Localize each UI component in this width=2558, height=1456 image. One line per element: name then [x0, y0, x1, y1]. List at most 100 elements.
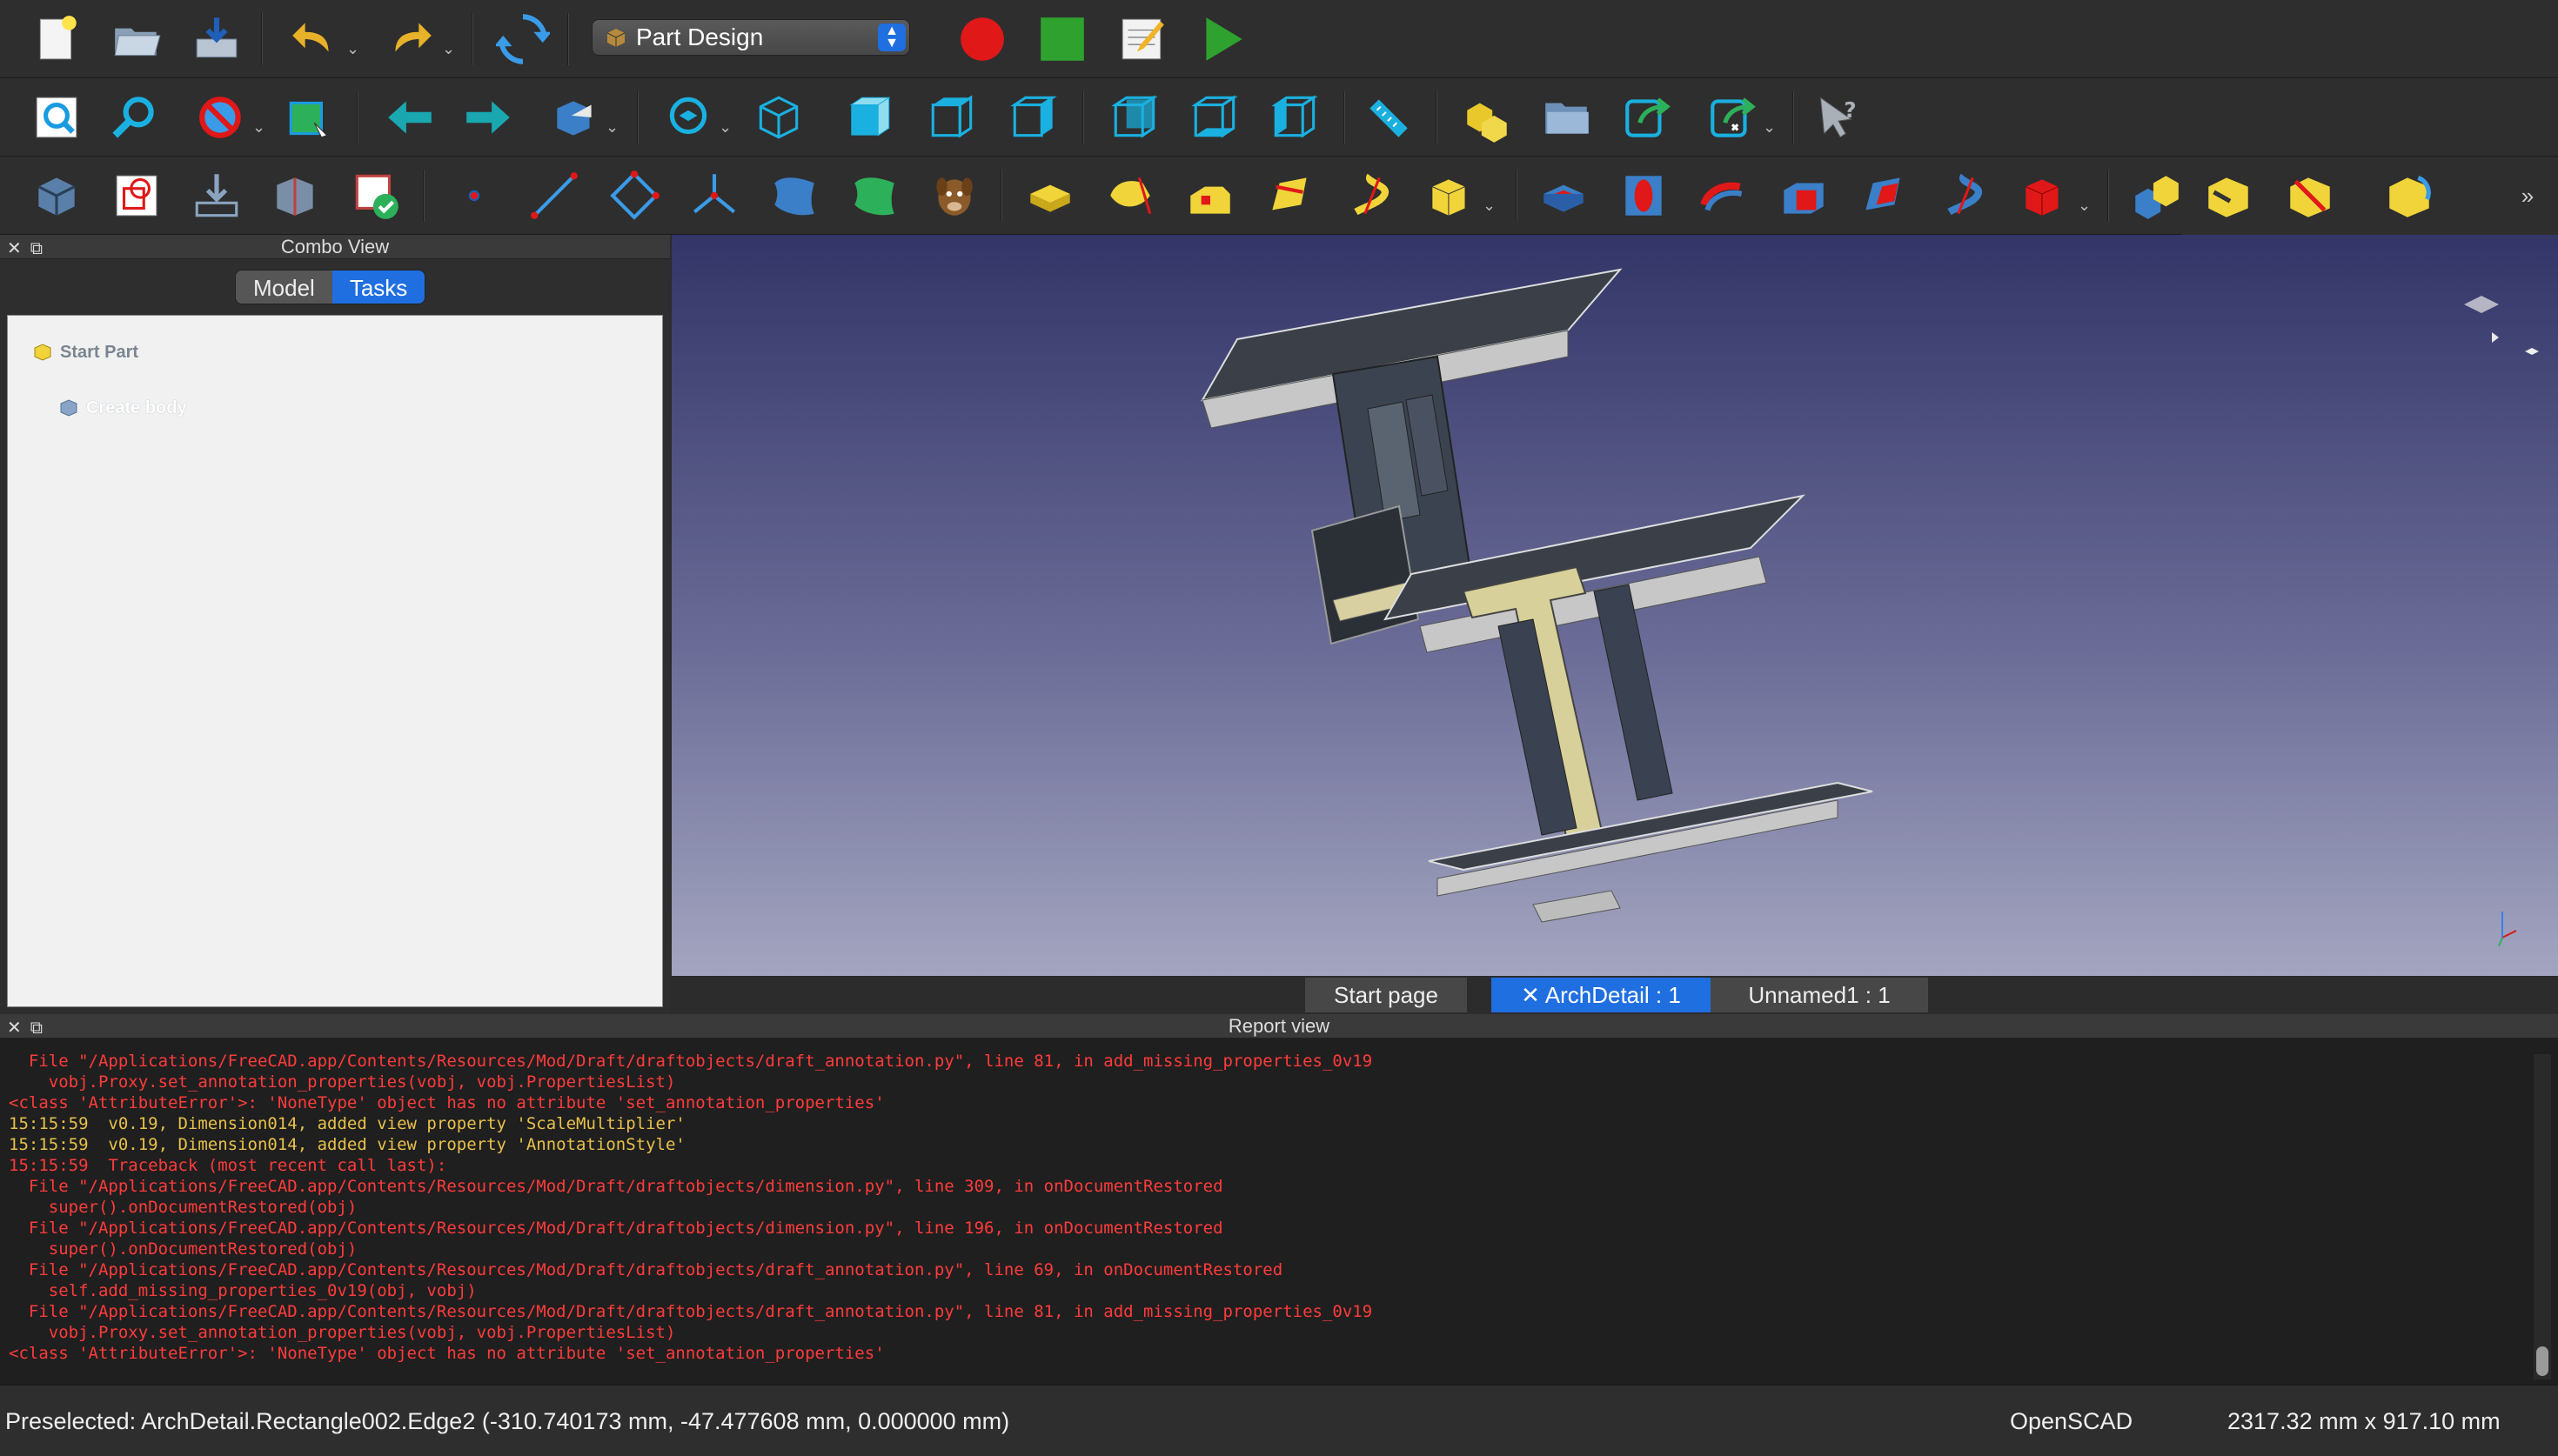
validate-sketch-icon[interactable] [266, 165, 327, 226]
draw-style-icon[interactable] [191, 87, 252, 148]
combo-view-title: Combo View [280, 236, 390, 257]
pocket-icon[interactable] [1533, 165, 1594, 226]
datum-plane-icon[interactable] [604, 165, 665, 226]
groove-icon[interactable] [1693, 165, 1754, 226]
redo-dropdown-icon[interactable]: ⌄ [442, 40, 455, 58]
local-coordinate-system-icon[interactable] [684, 165, 745, 226]
undo-dropdown-icon[interactable]: ⌄ [346, 40, 359, 58]
redo-icon[interactable] [379, 9, 440, 70]
tab-start-page[interactable]: Start page [1305, 978, 1467, 1012]
link-actions-dropdown-icon[interactable]: ⌄ [1763, 118, 1776, 137]
link-icon[interactable] [1617, 87, 1677, 148]
close-tab-icon[interactable]: ✕ [1521, 982, 1545, 1008]
hole-icon[interactable] [1613, 165, 1674, 226]
fillet-icon[interactable] [2198, 165, 2259, 226]
create-sketch-icon[interactable] [106, 165, 167, 226]
tab-unnamed1[interactable]: Unnamed1 : 1 [1711, 978, 1928, 1012]
macro-stop-icon[interactable] [1032, 9, 1093, 70]
view-isometric-icon[interactable] [748, 87, 809, 148]
additive-pipe-icon[interactable] [1260, 165, 1321, 226]
undo-icon[interactable] [284, 9, 345, 70]
toolbar-overflow-icon[interactable]: » [2506, 174, 2549, 217]
create-body-task[interactable]: Create body [58, 397, 187, 418]
additive-primitive-icon[interactable] [1420, 165, 1481, 226]
check-geometry-icon[interactable] [346, 165, 407, 226]
task-section-title: Start Part [60, 342, 139, 362]
report-view-titlebar: ✕⧉ Report view [0, 1014, 2558, 1039]
additive-loft-icon[interactable] [1180, 165, 1241, 226]
revolution-icon[interactable] [1100, 165, 1161, 226]
additive-primitive-dropdown-icon[interactable]: ⌄ [1483, 197, 1496, 215]
mirrored-icon[interactable] [2125, 165, 2186, 226]
back-icon[interactable] [379, 87, 440, 148]
open-document-icon[interactable] [106, 9, 167, 70]
scrollbar-thumb[interactable] [2536, 1346, 2548, 1376]
view-left-icon[interactable] [1265, 87, 1326, 148]
clone-icon[interactable] [924, 165, 985, 226]
std-views-icon[interactable] [545, 87, 606, 148]
refresh-icon[interactable] [492, 9, 553, 70]
draw-style-dropdown-icon[interactable]: ⌄ [252, 118, 265, 137]
task-section-header[interactable]: Start Part [32, 342, 138, 363]
view-front-icon[interactable] [840, 87, 901, 148]
macro-execute-icon[interactable] [1192, 9, 1253, 70]
report-line: 15:15:59 v0.19, Dimension014, added view… [9, 1114, 686, 1133]
panel-close-float-icons[interactable]: ✕⧉ [7, 1016, 51, 1040]
subtractive-loft-icon[interactable] [1773, 165, 1834, 226]
report-line: File "/Applications/FreeCAD.app/Contents… [9, 1219, 1223, 1238]
view-rear-icon[interactable] [1105, 87, 1166, 148]
datum-point-icon[interactable] [444, 165, 505, 226]
part-design-toolbar: ⌄ ⌄ » [0, 157, 2558, 235]
3d-viewport[interactable] [672, 235, 2558, 976]
view-bottom-icon[interactable] [1185, 87, 1246, 148]
create-group-icon[interactable] [1537, 87, 1597, 148]
navigation-style[interactable]: OpenSCAD [2010, 1408, 2133, 1435]
create-body-label: Create body [86, 397, 187, 417]
report-log[interactable]: File "/Applications/FreeCAD.app/Contents… [9, 1051, 2523, 1381]
status-message: Preselected: ArchDetail.Rectangle002.Edg… [5, 1408, 1010, 1434]
isometric-dropdown-icon[interactable]: ⌄ [719, 118, 732, 137]
std-views-dropdown-icon[interactable]: ⌄ [606, 118, 619, 137]
shape-binder-icon[interactable] [764, 165, 825, 226]
fit-selection-icon[interactable] [104, 87, 165, 148]
panel-close-float-icons[interactable]: ✕⧉ [7, 237, 51, 261]
tab-model[interactable]: Model [236, 270, 332, 304]
create-body-icon[interactable] [26, 165, 87, 226]
map-sketch-icon[interactable] [186, 165, 247, 226]
body-icon [60, 399, 77, 417]
forward-icon[interactable] [458, 87, 519, 148]
combo-view-titlebar: ✕⧉ Combo View [0, 235, 670, 259]
subtractive-primitive-dropdown-icon[interactable]: ⌄ [2078, 197, 2091, 215]
view-top-icon[interactable] [922, 87, 983, 148]
pad-icon[interactable] [1020, 165, 1081, 226]
draft-icon[interactable] [2379, 165, 2440, 226]
report-scrollbar[interactable] [2534, 1054, 2551, 1379]
tab-tasks[interactable]: Tasks [331, 270, 425, 304]
macro-record-icon[interactable] [952, 9, 1013, 70]
chamfer-icon[interactable] [2280, 165, 2340, 226]
save-document-icon[interactable] [186, 9, 247, 70]
create-part-icon[interactable] [1456, 87, 1517, 148]
bounding-box-icon[interactable] [278, 87, 339, 148]
subtractive-primitive-icon[interactable] [2013, 165, 2074, 226]
report-line: vobj.Proxy.set_annotation_properties(vob… [9, 1072, 676, 1092]
part-design-icon [606, 29, 626, 47]
isometric-view-icon[interactable] [658, 87, 719, 148]
subtractive-pipe-icon[interactable] [1853, 165, 1914, 226]
view-right-icon[interactable] [1004, 87, 1065, 148]
datum-line-icon[interactable] [524, 165, 585, 226]
subtractive-helix-icon[interactable] [1933, 165, 1994, 226]
whats-this-icon[interactable]: ? [1806, 87, 1867, 148]
additive-helix-icon[interactable] [1340, 165, 1401, 226]
workbench-selector[interactable]: Part Design ▲ ▼ [592, 19, 910, 56]
report-line: self.add_missing_properties_0v19(obj, vo… [9, 1281, 477, 1300]
sub-shape-binder-icon[interactable] [844, 165, 905, 226]
tab-archdetail[interactable]: ✕ ArchDetail : 1 [1491, 978, 1711, 1012]
workbench-label: Part Design [636, 23, 764, 50]
macro-edit-icon[interactable] [1112, 9, 1173, 70]
fit-all-icon[interactable] [26, 87, 87, 148]
measure-distance-icon[interactable] [1357, 87, 1418, 148]
new-document-icon[interactable] [26, 9, 87, 70]
link-actions-icon[interactable] [1702, 87, 1763, 148]
report-line: super().onDocumentRestored(obj) [9, 1239, 358, 1259]
